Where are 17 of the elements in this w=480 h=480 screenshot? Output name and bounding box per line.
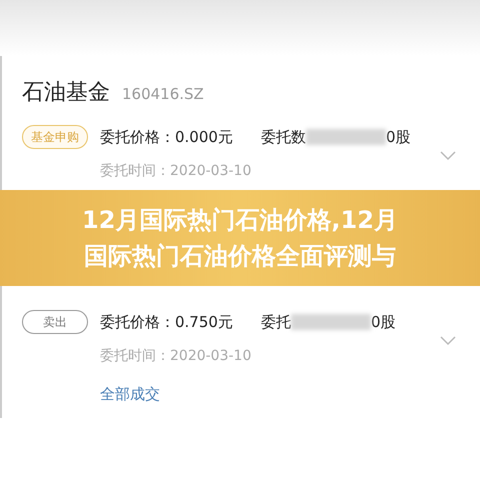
fund-code: 160416.SZ: [122, 84, 204, 105]
order-status: 全部成交: [99, 384, 161, 405]
order-type-tag: 卖出: [22, 310, 88, 334]
quantity-label: 委托: [260, 312, 291, 333]
order-price: 委托价格：0.000元: [100, 126, 233, 148]
chevron-down-icon[interactable]: [440, 336, 456, 346]
banner-title: 国际热门石油价格全面评测与: [84, 241, 396, 272]
order-type-tag: 基金申购: [22, 125, 88, 149]
chevron-down-icon[interactable]: [440, 150, 456, 160]
order-time: 委托时间：2020-03-10: [100, 347, 252, 366]
quantity-label: 委托数: [260, 126, 306, 148]
fund-name: 石油基金: [22, 79, 110, 107]
order-time: 委托时间：2020-03-10: [100, 162, 252, 181]
order-price: 委托价格：0.750元: [100, 312, 233, 333]
quantity-unit: 0股: [370, 312, 396, 333]
banner-title: 12月国际热门石油价格,12月: [82, 205, 398, 236]
quantity-unit: 0股: [386, 126, 410, 148]
